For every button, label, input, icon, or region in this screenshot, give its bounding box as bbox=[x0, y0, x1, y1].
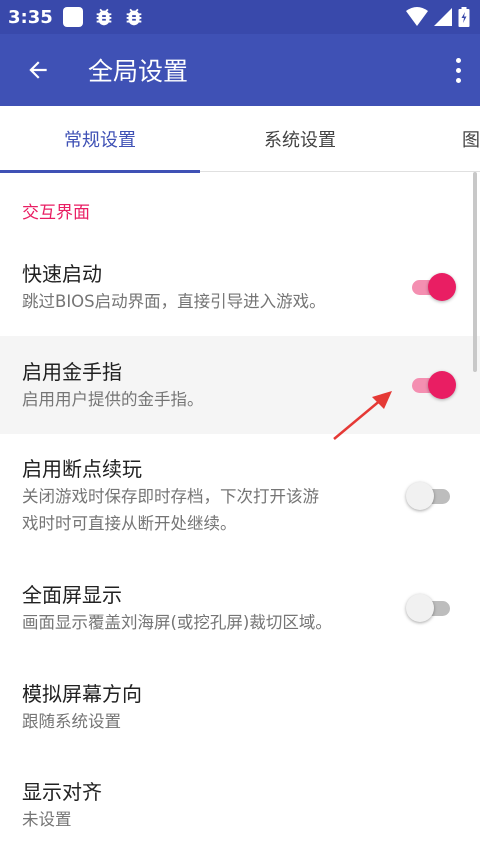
setting-alignment[interactable]: 显示对齐 未设置 bbox=[0, 756, 480, 854]
setting-subtitle-line2: 戏时时可直接从断开处继续。 bbox=[22, 514, 237, 533]
fast-boot-toggle[interactable] bbox=[408, 272, 456, 302]
setting-subtitle: 跟随系统设置 bbox=[22, 711, 121, 731]
status-bar: 3:35 bbox=[0, 0, 480, 34]
tab-general-settings[interactable]: 常规设置 bbox=[0, 106, 200, 173]
tab-bar: 常规设置 系统设置 图 bbox=[0, 106, 480, 173]
setting-subtitle: 画面显示覆盖刘海屏(或挖孔屏)裁切区域。 bbox=[22, 612, 332, 632]
scrollbar[interactable] bbox=[473, 172, 477, 372]
setting-subtitle: 启用用户提供的金手指。 bbox=[22, 389, 204, 409]
wifi-icon bbox=[406, 7, 428, 26]
setting-title: 显示对齐 bbox=[22, 779, 102, 804]
status-time: 3:35 bbox=[8, 6, 53, 28]
settings-list: 交互界面 快速启动 跳过BIOS启动界面，直接引导进入游戏。 启用金手指 启用用… bbox=[0, 172, 480, 855]
setting-fullscreen[interactable]: 全面屏显示 画面显示覆盖刘海屏(或挖孔屏)裁切区域。 bbox=[0, 558, 480, 658]
setting-resume[interactable]: 启用断点续玩 关闭游戏时保存即时存档，下次打开该游 戏时时可直接从断开处继续。 bbox=[0, 434, 480, 558]
back-button[interactable] bbox=[18, 50, 58, 90]
arrow-back-icon bbox=[29, 61, 47, 79]
cheats-toggle[interactable] bbox=[408, 370, 456, 400]
page-title: 全局设置 bbox=[88, 57, 189, 86]
more-vert-icon bbox=[455, 57, 461, 63]
setting-orientation[interactable]: 模拟屏幕方向 跟随系统设置 bbox=[0, 658, 480, 756]
fullscreen-toggle[interactable] bbox=[406, 593, 454, 623]
setting-cheats[interactable]: 启用金手指 启用用户提供的金手指。 bbox=[0, 336, 480, 434]
bug-icon bbox=[126, 8, 142, 26]
signal-icon bbox=[434, 8, 452, 26]
resume-toggle[interactable] bbox=[406, 481, 454, 511]
bug-icon bbox=[96, 8, 112, 26]
setting-title: 快速启动 bbox=[22, 261, 102, 286]
app-bar: 全局设置 bbox=[0, 34, 480, 106]
setting-subtitle: 未设置 bbox=[22, 809, 72, 829]
setting-subtitle-line1: 关闭游戏时保存即时存档，下次打开该游 bbox=[22, 487, 319, 506]
setting-title: 模拟屏幕方向 bbox=[22, 681, 142, 706]
setting-fast-boot[interactable]: 快速启动 跳过BIOS启动界面，直接引导进入游戏。 bbox=[0, 238, 480, 336]
setting-title: 启用断点续玩 bbox=[22, 457, 142, 481]
more-options-button[interactable] bbox=[450, 50, 466, 90]
annotation-arrow bbox=[333, 391, 392, 440]
setting-title: 全面屏显示 bbox=[22, 582, 122, 607]
setting-title: 启用金手指 bbox=[22, 359, 122, 384]
notification-app-icon bbox=[62, 7, 83, 27]
section-header: 交互界面 bbox=[22, 202, 90, 223]
battery-icon bbox=[458, 7, 470, 27]
tab-system-settings[interactable]: 系统设置 bbox=[200, 106, 400, 172]
tab-third[interactable]: 图 bbox=[400, 106, 480, 172]
setting-subtitle: 跳过BIOS启动界面，直接引导进入游戏。 bbox=[22, 291, 326, 311]
